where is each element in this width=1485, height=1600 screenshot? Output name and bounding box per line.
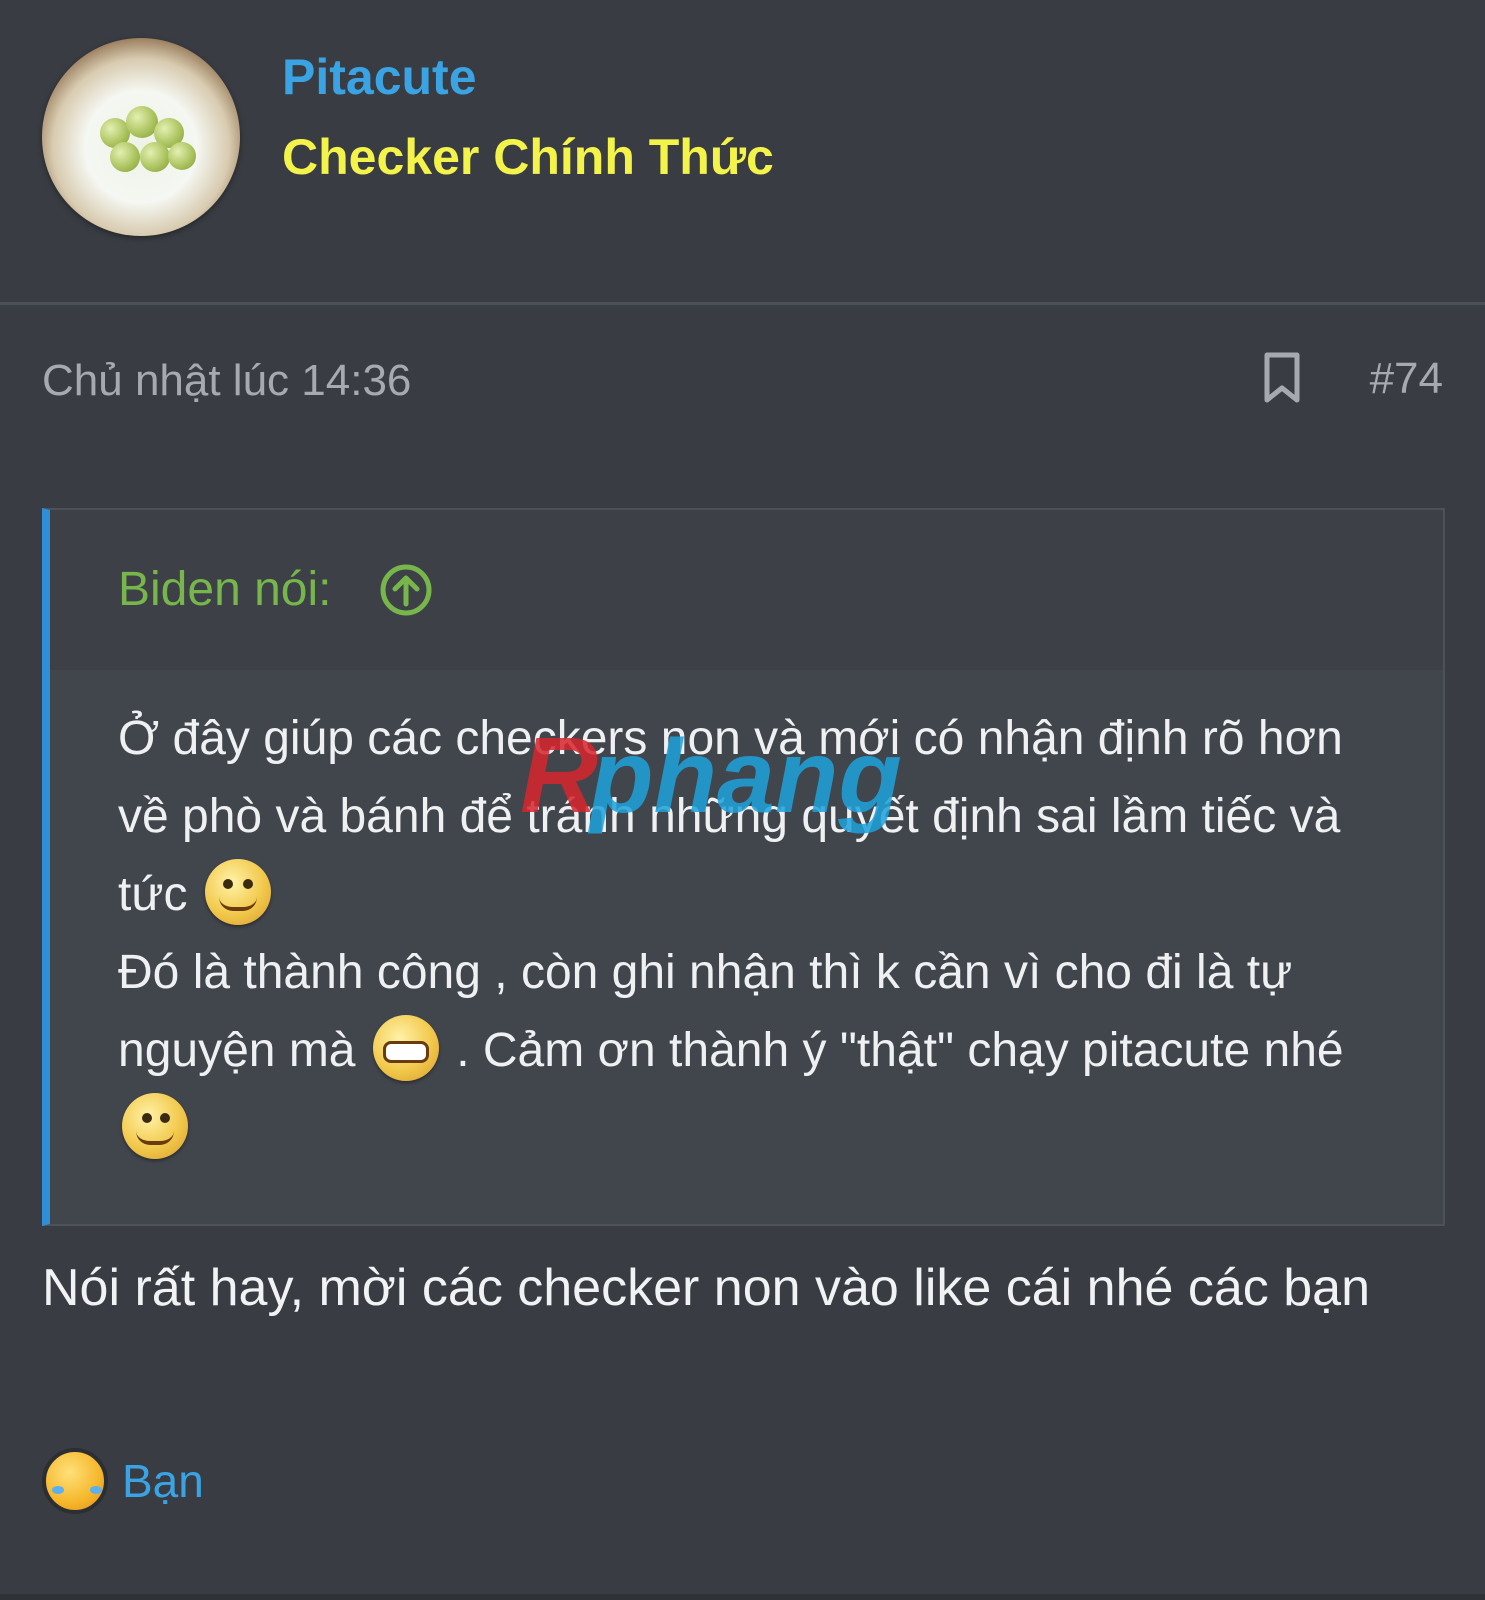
post-divider [0, 1594, 1485, 1600]
quote-author[interactable]: Biden nói: [118, 562, 332, 617]
bookmark-icon[interactable] [1262, 352, 1302, 404]
user-avatar[interactable] [42, 38, 240, 236]
quote-text-3: . Cảm ơn thành ý "thật" chạy pitacute nh… [456, 1024, 1344, 1077]
haha-reaction-icon[interactable] [42, 1448, 108, 1514]
post-body: Chủ nhật lúc 14:36 #74 Biden nói: Ở đây … [0, 308, 1485, 1600]
quote-text-1: Ở đây giúp các checkers non và mới có nh… [118, 712, 1343, 921]
smile-emoji-icon [122, 1093, 188, 1160]
grin-emoji-icon [372, 1015, 439, 1082]
post-number-link[interactable]: #74 [1370, 354, 1443, 404]
reaction-user-link[interactable]: Bạn [122, 1454, 204, 1508]
reaction-bar[interactable]: Bạn [42, 1446, 204, 1516]
quote-block: Biden nói: Ở đây giúp các checkers non v… [42, 508, 1445, 1226]
arrow-up-circle-icon[interactable] [378, 562, 434, 618]
quote-content: Ở đây giúp các checkers non và mới có nh… [118, 700, 1388, 1168]
thinking-emoji-icon [204, 859, 271, 926]
username-link[interactable]: Pitacute [282, 48, 477, 106]
reply-text: Nói rất hay, mời các checker non vào lik… [42, 1259, 1371, 1317]
post-timestamp[interactable]: Chủ nhật lúc 14:36 [42, 356, 411, 406]
user-title: Checker Chính Thức [282, 129, 774, 185]
quote-header: Biden nói: [50, 510, 1443, 670]
post-author-header: Pitacute Checker Chính Thức [0, 0, 1485, 305]
